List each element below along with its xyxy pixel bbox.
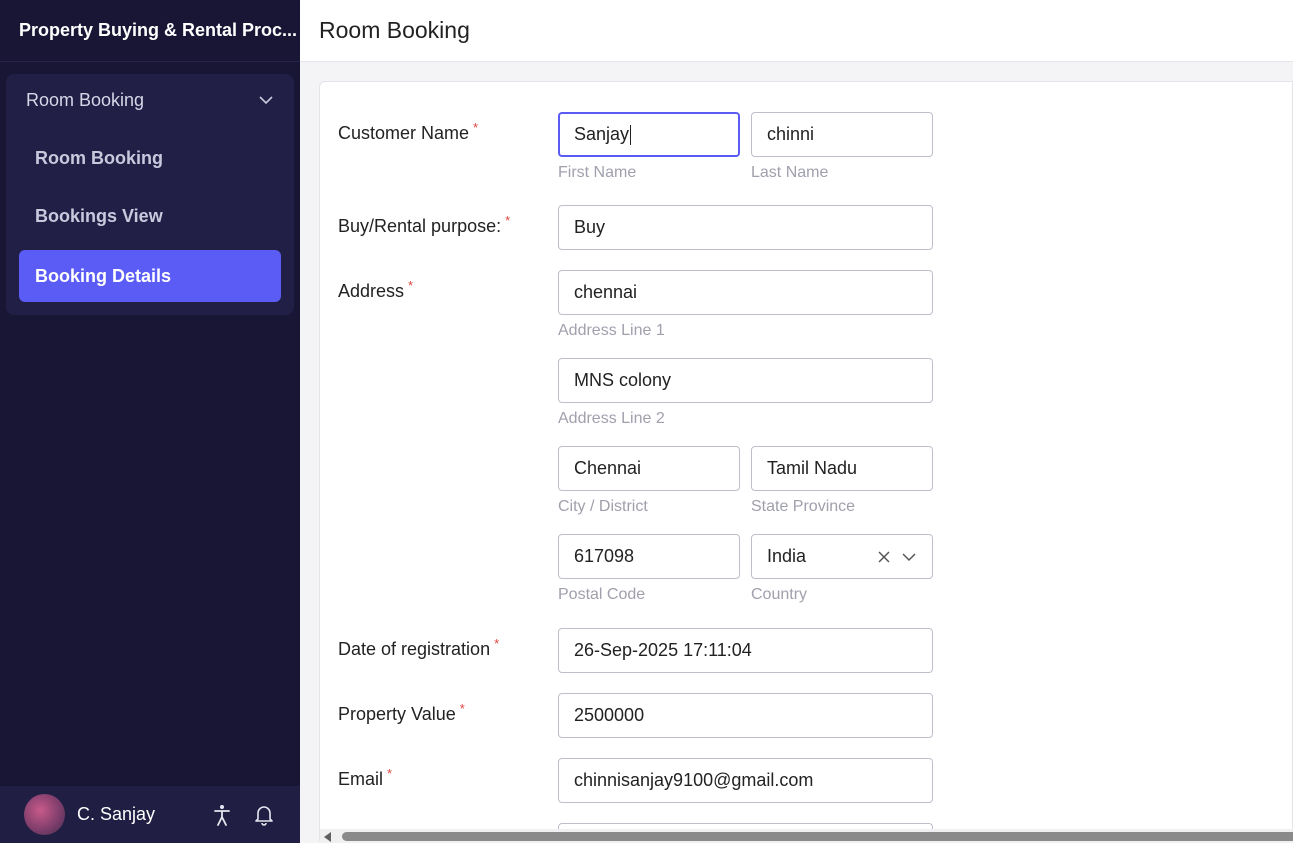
last-name-input[interactable]: chinni — [751, 112, 933, 157]
country-controls — [877, 550, 917, 564]
address-line2-input[interactable]: MNS colony — [558, 358, 933, 403]
label-text: Buy/Rental purpose: — [338, 216, 502, 236]
state-value: Tamil Nadu — [767, 458, 858, 478]
text-caret — [630, 124, 632, 145]
sidebar-item-booking-details[interactable]: Booking Details — [19, 250, 281, 302]
avatar[interactable] — [24, 794, 65, 835]
purpose-value: Buy — [574, 217, 606, 237]
label-text: Address — [338, 281, 405, 301]
last-name-hint: Last Name — [751, 164, 829, 181]
sidebar-footer: C. Sanjay — [0, 786, 300, 843]
app-title: Property Buying & Rental Proc... — [0, 0, 300, 62]
user-name: C. Sanjay — [77, 804, 156, 824]
sidebar-item-room-booking[interactable]: Room Booking — [19, 132, 281, 184]
label-text: Property Value — [338, 704, 456, 724]
date-of-registration-label: Date of registration * — [338, 636, 499, 660]
address-line2-hint: Address Line 2 — [558, 410, 665, 427]
horizontal-scrollbar[interactable] — [320, 829, 1293, 843]
sidebar-item-label: Room Booking — [35, 147, 163, 168]
page-title: Room Booking — [319, 17, 470, 43]
bell-icon[interactable] — [252, 803, 276, 827]
sidebar-item-bookings-view[interactable]: Bookings View — [19, 190, 281, 242]
country-hint: Country — [751, 586, 808, 603]
sidebar: Property Buying & Rental Proc... Room Bo… — [0, 0, 300, 843]
postal-code-value: 617098 — [574, 546, 635, 566]
scroll-left-arrow-icon[interactable] — [324, 832, 331, 842]
address-line1-input[interactable]: chennai — [558, 270, 933, 315]
nav-group-label: Room Booking — [26, 89, 145, 110]
address-line1-value: chennai — [574, 282, 638, 302]
required-mark: * — [473, 120, 479, 135]
first-name-hint: First Name — [558, 164, 637, 181]
label-text: Date of registration — [338, 639, 491, 659]
state-hint: State Province — [751, 498, 856, 515]
postal-code-hint: Postal Code — [558, 586, 646, 603]
required-mark: * — [505, 213, 511, 228]
address-line2-value: MNS colony — [574, 370, 672, 390]
required-mark: * — [408, 278, 414, 293]
page-header: Room Booking — [300, 0, 1293, 62]
label-text: Email — [338, 769, 384, 789]
city-input[interactable]: Chennai — [558, 446, 740, 491]
first-name-value: Sanjay — [574, 124, 630, 144]
nav-group-room-booking: Room Booking Room Booking Bookings View … — [6, 74, 294, 315]
scrollbar-thumb[interactable] — [342, 832, 1293, 841]
city-hint: City / District — [558, 498, 648, 515]
country-value: India — [767, 546, 807, 566]
property-value-input[interactable]: 2500000 — [558, 693, 933, 738]
city-value: Chennai — [574, 458, 642, 478]
first-name-input[interactable]: Sanjay — [558, 112, 740, 157]
booking-form: Customer Name * Sanjay First Name chinni … — [319, 81, 1293, 841]
accessibility-icon[interactable] — [210, 803, 234, 827]
required-mark: * — [387, 766, 393, 781]
purpose-label: Buy/Rental purpose: * — [338, 213, 510, 237]
postal-code-input[interactable]: 617098 — [558, 534, 740, 579]
label-text: Customer Name — [338, 123, 470, 143]
last-name-value: chinni — [767, 124, 815, 144]
state-input[interactable]: Tamil Nadu — [751, 446, 933, 491]
property-value-value: 2500000 — [574, 705, 645, 725]
sidebar-item-label: Bookings View — [35, 205, 163, 226]
email-label: Email * — [338, 766, 392, 790]
customer-name-label: Customer Name * — [338, 120, 478, 144]
clear-icon[interactable] — [877, 550, 891, 564]
email-value: chinnisanjay9100@gmail.com — [574, 770, 814, 790]
address-line1-hint: Address Line 1 — [558, 322, 665, 339]
sidebar-item-label: Booking Details — [35, 265, 172, 286]
address-label: Address * — [338, 278, 413, 302]
property-value-label: Property Value * — [338, 701, 465, 725]
country-select[interactable]: India — [751, 534, 933, 579]
date-of-registration-value: 26-Sep-2025 17:11:04 — [574, 640, 752, 660]
nav-group-header[interactable]: Room Booking — [6, 74, 294, 126]
purpose-input[interactable]: Buy — [558, 205, 933, 250]
email-input[interactable]: chinnisanjay9100@gmail.com — [558, 758, 933, 803]
chevron-down-icon — [259, 96, 273, 105]
date-of-registration-input[interactable]: 26-Sep-2025 17:11:04 — [558, 628, 933, 673]
required-mark: * — [459, 701, 465, 716]
required-mark: * — [494, 636, 500, 651]
chevron-down-icon[interactable] — [901, 550, 917, 564]
